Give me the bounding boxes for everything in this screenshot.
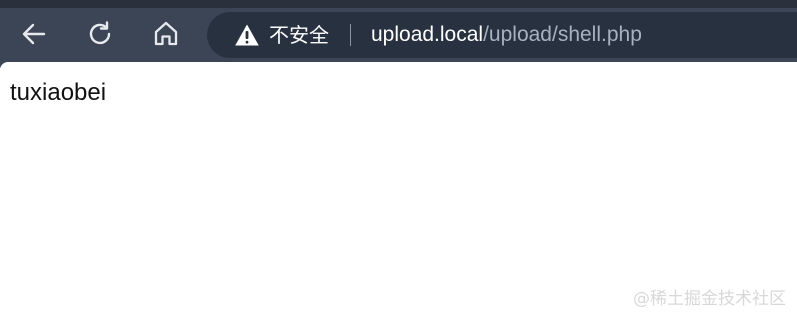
reload-button[interactable] [80,14,120,54]
url-text[interactable]: upload.local/upload/shell.php [371,22,642,48]
warning-icon[interactable] [234,23,260,47]
watermark-text: @稀土掘金技术社区 [633,289,786,309]
address-bar[interactable]: 不安全 upload.local/upload/shell.php [207,12,797,58]
reload-icon [89,21,111,45]
back-button[interactable] [14,14,54,54]
address-separator [350,24,351,46]
url-host: upload.local [371,23,484,46]
window-top-strip [0,0,797,8]
home-button[interactable] [146,14,186,54]
page-viewport: tuxiaobei @稀土掘金技术社区 [0,62,797,320]
page-body-text: tuxiaobei [10,79,107,106]
browser-toolbar: 不安全 upload.local/upload/shell.php [0,0,797,68]
security-status-label[interactable]: 不安全 [269,22,329,48]
home-icon [154,21,178,46]
back-arrow-icon [22,23,46,45]
url-path: /upload/shell.php [483,23,642,46]
